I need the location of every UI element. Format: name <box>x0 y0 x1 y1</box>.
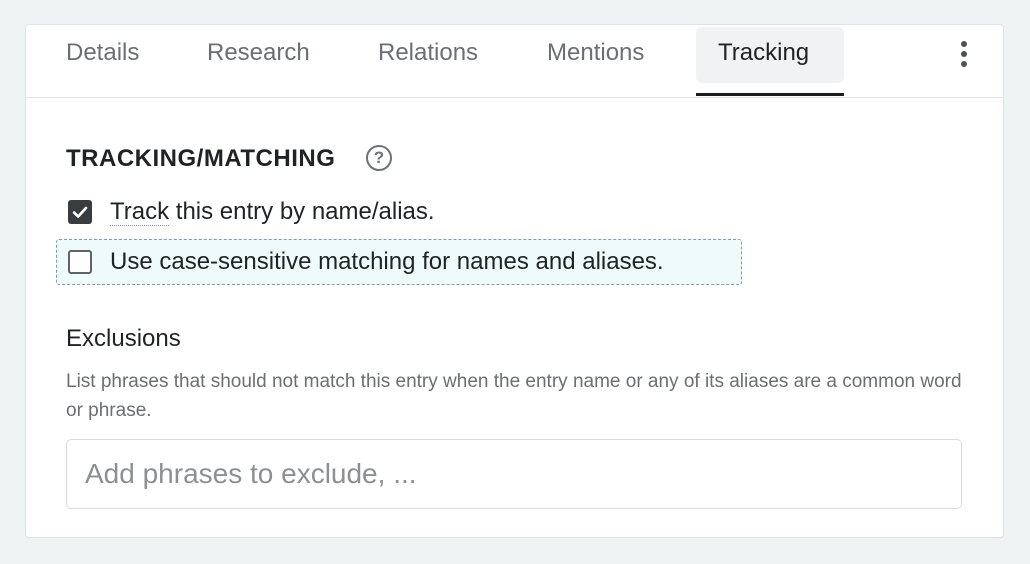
tab-mentions[interactable]: Mentions <box>547 25 644 95</box>
track-term[interactable]: Track <box>110 198 170 226</box>
case-sensitive-label: Use case-sensitive matching for names an… <box>110 248 664 275</box>
tab-details[interactable]: Details <box>66 25 139 95</box>
track-label-rest: this entry by name/alias. <box>169 198 435 225</box>
tab-research[interactable]: Research <box>207 25 310 95</box>
exclude-phrases-input[interactable] <box>66 439 962 509</box>
exclusions-description: List phrases that should not match this … <box>66 371 962 421</box>
section-title: TRACKING/MATCHING <box>66 145 336 172</box>
help-icon[interactable]: ? <box>366 145 392 171</box>
tab-relations[interactable]: Relations <box>378 25 478 95</box>
track-entry-label: Track this entry by name/alias. <box>110 195 435 229</box>
more-options-icon[interactable] <box>954 39 974 69</box>
checkmark-icon <box>72 206 88 218</box>
case-sensitive-checkbox[interactable] <box>68 250 92 274</box>
track-entry-checkbox[interactable] <box>68 200 92 224</box>
tab-bar: Details Research Relations Mentions Trac… <box>26 25 1003 98</box>
entry-panel: Details Research Relations Mentions Trac… <box>25 24 1004 538</box>
tab-tracking[interactable]: Tracking <box>718 25 809 95</box>
exclusions-title: Exclusions <box>66 325 181 352</box>
active-tab-underline <box>696 93 844 96</box>
